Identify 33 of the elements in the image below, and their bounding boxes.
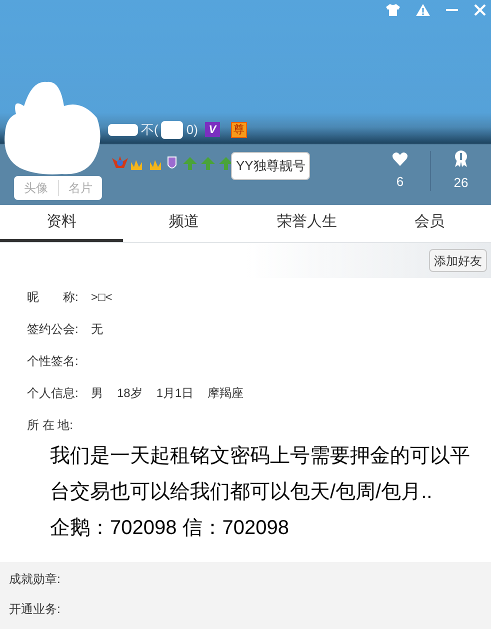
field-value: 18岁 [117, 385, 142, 402]
message-text: 我们是一天起租铭文密码上号需要押金的可以平台交易也可以给我们都可以包天/包周/包月.. [50, 444, 471, 505]
add-friend-button[interactable]: 添加好友 [429, 249, 487, 272]
field-value: 1月1日 [156, 385, 194, 402]
tooltip: YY独尊靓号 [231, 152, 310, 180]
name-text: 0) [186, 121, 198, 139]
vip-badge: V [204, 122, 220, 138]
redaction-mark [161, 120, 184, 139]
message-text: 企鹅：702098 信：702098 [50, 516, 290, 541]
field-value: >□< [91, 289, 112, 306]
count-text: 26 [454, 174, 468, 192]
tab[interactable]: 频道 [122, 205, 246, 242]
field-label: 成就勋章: [9, 571, 62, 588]
field-label: 个性签名: [27, 353, 79, 370]
field-label: 所 在 地: [27, 417, 74, 434]
field-value: 无 [91, 321, 103, 338]
warning-icon[interactable] [415, 3, 431, 17]
count-text: 6 [396, 172, 404, 190]
ribbon-icon[interactable] [454, 150, 468, 167]
field-label: 昵 称: [27, 289, 79, 306]
tab[interactable]: 会员 [368, 205, 491, 242]
field-label: 个人信息: [27, 385, 79, 402]
field-label: 签约公会: [27, 321, 79, 338]
field-label: 开通业务: [9, 601, 62, 618]
tab[interactable]: 荣誉人生 [246, 205, 368, 242]
field-value: 摩羯座 [208, 385, 244, 402]
heart-icon[interactable] [392, 152, 408, 166]
field-value: 男 [91, 385, 103, 402]
shirt-icon[interactable] [385, 3, 401, 17]
redaction-mark [108, 124, 138, 136]
close-icon[interactable] [473, 3, 487, 17]
honor-badge: 尊 [230, 122, 247, 138]
name-text: 不( [141, 121, 158, 139]
